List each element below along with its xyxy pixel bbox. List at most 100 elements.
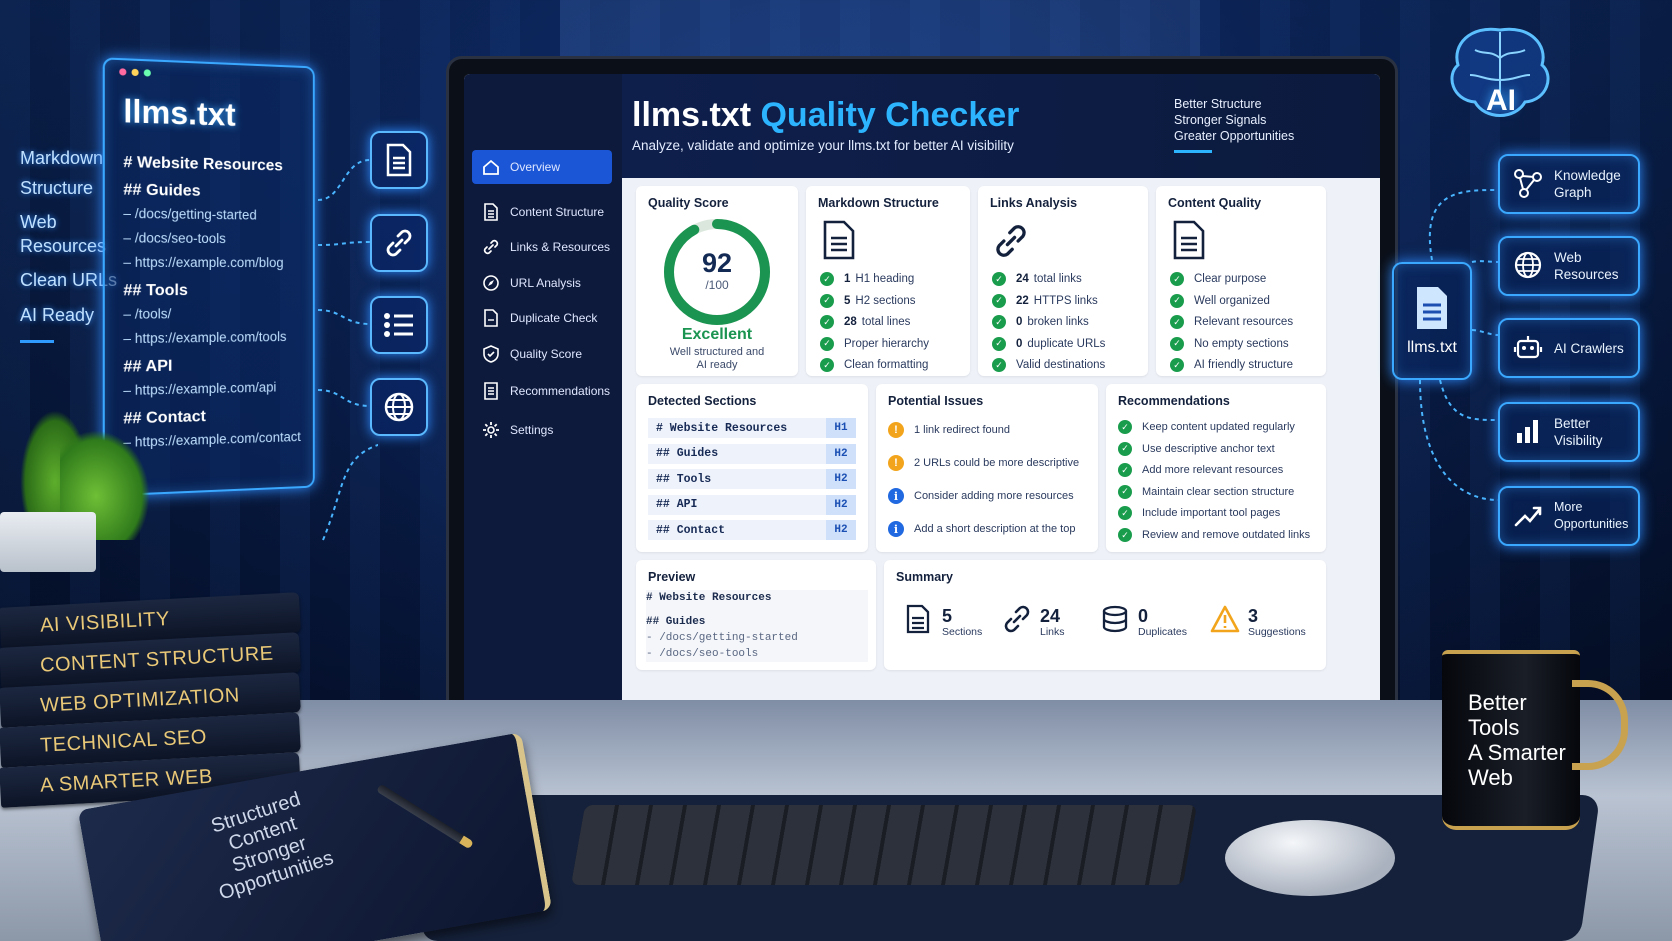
score-description: Well structured and AI ready (636, 346, 798, 372)
mug-line: Tools (1468, 715, 1520, 740)
quality-score-card: Quality Score 92 /100 Excellent Well str… (636, 186, 798, 376)
left-label-structure: Structure (20, 178, 94, 198)
check-row-label: total lines (861, 316, 911, 328)
left-label-web: Web (20, 212, 57, 232)
check-icon: ✓ (820, 358, 834, 372)
bar-chart-icon (1512, 415, 1544, 450)
check-row: ✓ 28 total lines (820, 315, 910, 329)
app-title: llms.txt Quality Checker (632, 96, 1019, 135)
sidebar-item-overview[interactable]: Overview (472, 150, 612, 184)
gear-icon (482, 421, 500, 439)
section-row[interactable]: # Website Resources H1 (648, 418, 856, 438)
section-row[interactable]: ## Guides H2 (648, 443, 856, 464)
mouse[interactable] (1225, 820, 1395, 896)
holo-doc-heading: ## Guides (123, 181, 201, 200)
globe-icon (370, 378, 428, 436)
check-row-number: 24 (1016, 273, 1029, 285)
check-row-text: 5 H2 sections (844, 295, 916, 307)
section-name: ## API (656, 498, 698, 511)
feature-panel-label: AI Crawlers (1554, 340, 1624, 356)
score-value: 92 (701, 248, 733, 278)
section-name: # Website Resources (656, 421, 788, 435)
check-row-text: 0 duplicate URLs (1016, 338, 1105, 350)
issue-row[interactable]: i Consider adding more resources (888, 488, 1074, 504)
check-icon: ✓ (1118, 528, 1132, 542)
keyboard[interactable] (570, 805, 1198, 885)
summary-label: Duplicates (1138, 625, 1188, 638)
section-row[interactable]: ## Contact H2 (648, 520, 856, 540)
connector-lines (318, 159, 378, 541)
app-subtitle: Analyze, validate and optimize your llms… (632, 138, 1014, 153)
summary-item: 3 Suggestions (1210, 604, 1306, 639)
check-row-text: Valid destinations (1016, 359, 1105, 371)
tagline: Greater Opportunities (1174, 129, 1295, 143)
summary-value: 5 (942, 605, 953, 626)
check-row-number: 0 (1016, 316, 1023, 328)
detected-sections-card: Detected Sections # Website Resources H1 #… (636, 384, 868, 552)
card-title: Recommendations (1118, 394, 1230, 408)
summary-text: 24 Links (1040, 606, 1065, 638)
warning-icon (1210, 604, 1240, 639)
sidebar-item-quality-score[interactable]: Quality Score (472, 337, 612, 371)
card-title: Links Analysis (990, 196, 1078, 210)
check-row-label: Valid destinations (1016, 359, 1106, 371)
right-connector-lines (1419, 189, 1499, 501)
check-row-text: 22 HTTPS links (1016, 295, 1098, 307)
check-icon: ✓ (1118, 463, 1132, 478)
issue-row[interactable]: i Add a short description at the top (888, 521, 1075, 537)
check-icon: ✓ (1170, 272, 1184, 286)
check-row: ✓ No empty sections (1170, 336, 1289, 351)
sidebar-item-url-analysis[interactable]: URL Analysis (472, 266, 612, 300)
sidebar-item-label: Quality Score (510, 347, 583, 361)
check-row-label: Well organized (1194, 294, 1270, 307)
preview-card: Preview # Website Resources ## Guides - /d… (636, 560, 876, 670)
holo-doc-heading: ## Tools (123, 282, 188, 300)
shield-icon (482, 345, 500, 363)
sidebar-item-links-resources[interactable]: Links & Resources (472, 230, 612, 264)
link-icon (1002, 604, 1032, 639)
check-icon: ✓ (820, 272, 834, 286)
sidebar-item-label: Overview (510, 160, 561, 174)
summary-item: 0 Duplicates (1100, 604, 1187, 639)
check-row: ✓ 24 total links (992, 272, 1082, 286)
sidebar-item-content-structure[interactable]: Content Structure (472, 195, 612, 229)
check-row-text: 28 total lines (844, 316, 910, 328)
check-row-label: HTTPS links (1033, 294, 1098, 307)
window-dots (119, 68, 151, 77)
card-title: Content Quality (1168, 196, 1262, 210)
mug: Better Tools A Smarter Web (1442, 650, 1580, 830)
summary-label: Suggestions (1248, 625, 1306, 638)
recommendation-text: Maintain clear section structure (1142, 485, 1295, 498)
recommendations-card: Recommendations ✓ Keep content updated re… (1106, 384, 1326, 552)
section-row[interactable]: ## API H2 (648, 494, 856, 515)
holo-doc-heading: ## API (123, 357, 173, 376)
issue-row[interactable]: ! 2 URLs could be more descriptive (888, 455, 1079, 471)
link-icon (370, 214, 428, 272)
recommendation-row: ✓ Maintain clear section structure (1118, 484, 1295, 499)
check-row: ✓ Proper hierarchy (820, 336, 929, 351)
check-row: ✓ Clear purpose (1170, 272, 1266, 286)
sidebar-item-duplicate-check[interactable]: Duplicate Check (472, 301, 612, 335)
heading-level-badge: H2 (826, 520, 856, 540)
info-icon: i (888, 521, 904, 537)
recommendation-text: Include important tool pages (1142, 507, 1281, 520)
issue-text: Consider adding more resources (914, 490, 1074, 502)
holo-doc-link: – /docs/seo-tools (123, 230, 226, 247)
sidebar-item-settings[interactable]: Settings (472, 413, 612, 447)
check-icon: ✓ (992, 272, 1006, 286)
summary-value: 24 (1040, 605, 1061, 626)
mug-text: Better Tools A Smarter Web (1468, 690, 1566, 790)
feature-panel-web-resources: Web Resources (1498, 236, 1640, 296)
issue-row[interactable]: ! 1 link redirect found (888, 422, 1010, 438)
section-row[interactable]: ## Tools H2 (648, 469, 856, 489)
check-icon: ✓ (1118, 441, 1132, 456)
check-row-number: 0 (1016, 337, 1023, 350)
check-icon: ✓ (992, 336, 1006, 351)
left-label-markdown: Markdown (20, 148, 104, 168)
sidebar-item-recommendations[interactable]: Recommendations (472, 374, 612, 408)
robot-icon (1512, 331, 1544, 366)
left-label-underline (20, 340, 54, 343)
tagline: Stronger Signals (1174, 113, 1267, 127)
holo-doc-link: – https://example.com/tools (123, 329, 287, 347)
recommendation-text: Review and remove outdated links (1142, 529, 1311, 541)
